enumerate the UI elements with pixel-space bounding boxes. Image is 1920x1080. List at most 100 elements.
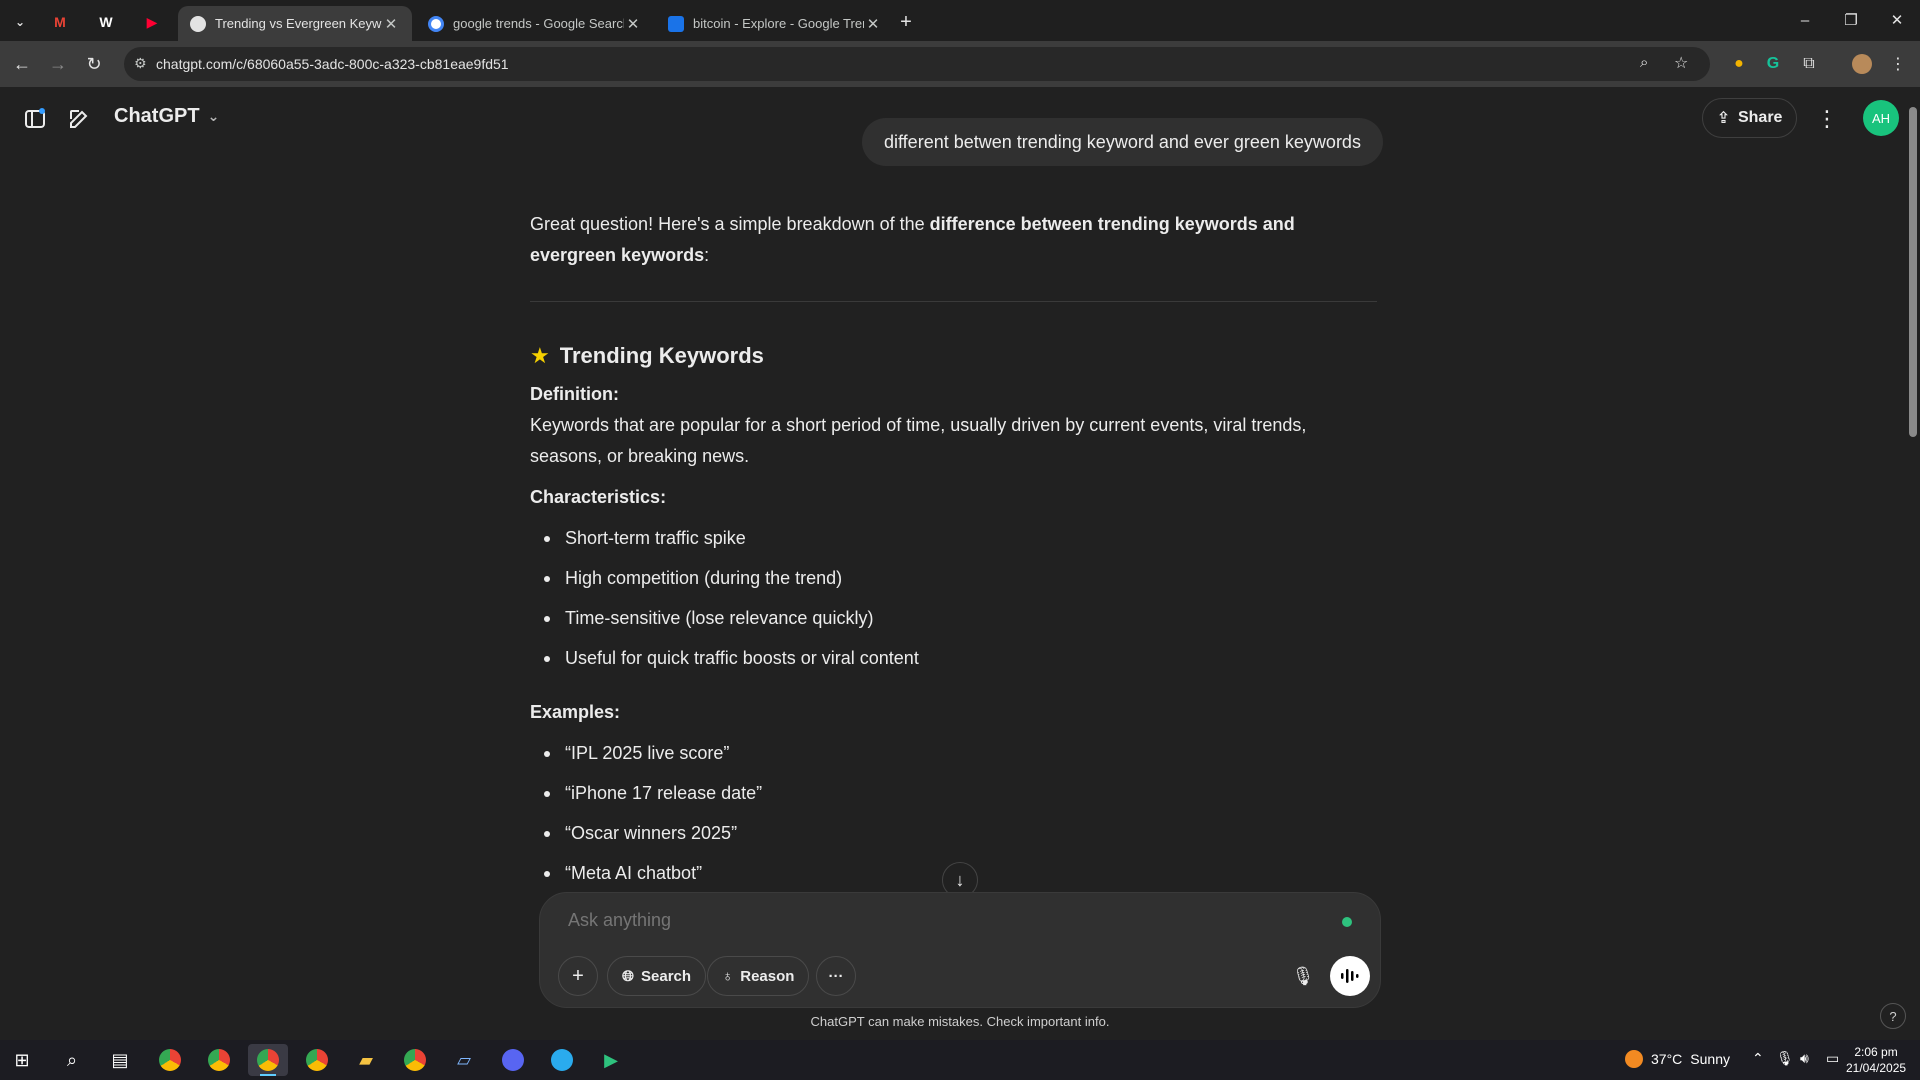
chrome-app-icon[interactable] — [199, 1044, 239, 1076]
list-item: Time-sensitive (lose relevance quickly) — [544, 603, 1377, 643]
taskbar: ⊞ ⌕ ▤ ▰ ▱ ▶ 37°C Sunny ⌃ 🎙︎ 🔊︎ ▭ 2:06 pm… — [0, 1040, 1920, 1080]
pinned-tab-youtube[interactable]: ▶ — [134, 8, 170, 36]
close-tab-icon[interactable]: ✕ — [382, 15, 400, 33]
extensions-puzzle-icon[interactable]: ⧉ — [1795, 50, 1823, 78]
back-button[interactable]: ← — [8, 50, 36, 78]
search-button[interactable]: 🌐︎ Search — [607, 956, 707, 996]
avatar-initials: AH — [1871, 110, 1891, 126]
help-button[interactable]: ? — [1880, 1003, 1906, 1029]
definition-text: Keywords that are popular for a short pe… — [530, 415, 1307, 466]
pinned-tab-w[interactable]: W — [88, 8, 124, 36]
help-icon: ? — [1889, 1008, 1897, 1024]
tab-title: Trending vs Evergreen Keyword — [215, 16, 382, 31]
section-heading: ★ Trending Keywords — [530, 340, 1377, 371]
status-dot-icon — [1342, 917, 1352, 927]
clock[interactable]: 2:06 pm 21/04/2025 — [1846, 1044, 1906, 1076]
restore-button[interactable]: ❐ — [1828, 6, 1874, 34]
tab-google-trends-search[interactable]: google trends - Google Search ✕ — [416, 6, 654, 41]
new-tab-button[interactable]: + — [888, 8, 924, 36]
list-item: Useful for quick traffic boosts or viral… — [544, 643, 1377, 683]
voice-mode-button[interactable] — [1330, 956, 1370, 996]
minimize-icon: – — [1800, 11, 1810, 29]
site-info-icon[interactable]: ⚙ — [134, 55, 147, 72]
model-selector[interactable]: ChatGPT ⌄ — [114, 105, 219, 128]
tab-search-chevron-icon[interactable]: ⌄ — [2, 8, 38, 36]
dictate-button[interactable]: 🎙︎ — [1283, 956, 1323, 996]
definition-label: Definition: — [530, 384, 619, 404]
globe-icon: 🌐︎ — [622, 967, 635, 985]
address-bar[interactable]: ⚙ chatgpt.com/c/68060a55-3adc-800c-a323-… — [124, 47, 1710, 81]
google-trends-favicon-icon — [668, 15, 684, 32]
chrome-app-icon[interactable] — [150, 1044, 190, 1076]
model-name: ChatGPT — [114, 105, 200, 127]
microphone-icon[interactable]: 🎙︎ — [1776, 1050, 1794, 1067]
avatar[interactable]: AH — [1863, 100, 1899, 136]
notepad-icon[interactable]: ▱ — [444, 1044, 484, 1076]
share-icon: ⇪ — [1716, 110, 1730, 127]
terminal-app-icon[interactable]: ▶ — [591, 1044, 631, 1076]
section-title: Trending Keywords — [559, 343, 764, 368]
scrollbar[interactable] — [1906, 87, 1920, 1040]
search-icon[interactable]: ⌕ — [52, 1044, 92, 1076]
browser-tab-bar: ⌄ M W ▶ Trending vs Evergreen Keyword ✕ … — [0, 0, 1920, 41]
scrollbar-thumb[interactable] — [1909, 107, 1917, 437]
chrome-app-icon[interactable] — [395, 1044, 435, 1076]
tab-bitcoin-explore[interactable]: bitcoin - Explore - Google Tren ✕ — [656, 6, 894, 41]
minimize-button[interactable]: – — [1782, 6, 1828, 34]
sidebar-toggle-icon[interactable] — [19, 103, 51, 135]
grammarly-icon[interactable]: G — [1759, 50, 1787, 78]
user-message-text: different betwen trending keyword and ev… — [884, 131, 1361, 152]
close-window-button[interactable]: ✕ — [1874, 6, 1920, 34]
bookmark-star-icon[interactable]: ☆ — [1674, 53, 1688, 73]
plus-icon: + — [900, 10, 912, 33]
task-view-icon[interactable]: ▤ — [100, 1044, 140, 1076]
new-chat-icon[interactable] — [63, 103, 95, 135]
divider — [530, 301, 1377, 302]
forward-button[interactable]: → — [44, 50, 72, 78]
share-button[interactable]: ⇪ Share — [1702, 98, 1797, 138]
chrome-app-icon[interactable] — [248, 1044, 288, 1076]
assistant-message: Great question! Here's a simple breakdow… — [530, 209, 1377, 912]
close-icon: ✕ — [1890, 12, 1904, 29]
extension-icon[interactable]: ● — [1725, 50, 1753, 78]
network-icon[interactable]: ▭ — [1826, 1050, 1839, 1067]
reload-button[interactable]: ↻ — [80, 50, 108, 78]
tab-trending-vs-evergreen[interactable]: Trending vs Evergreen Keyword ✕ — [178, 6, 412, 41]
close-tab-icon[interactable]: ✕ — [624, 15, 642, 33]
telegram-icon[interactable] — [542, 1044, 582, 1076]
pinned-tab-gmail[interactable]: M — [42, 8, 78, 36]
weather-widget[interactable]: 37°C Sunny — [1625, 1050, 1730, 1068]
reason-button[interactable]: ♁ Reason — [707, 956, 810, 996]
profile-avatar-icon[interactable] — [1848, 50, 1876, 78]
chevron-up-icon[interactable]: ⌃ — [1752, 1050, 1764, 1067]
user-message-bubble: different betwen trending keyword and ev… — [862, 118, 1383, 166]
discord-icon[interactable] — [493, 1044, 533, 1076]
search-label: Search — [641, 967, 692, 985]
lightbulb-icon: ♁ — [722, 967, 734, 985]
prompt-input[interactable] — [568, 910, 1268, 931]
disclaimer-text: ChatGPT can make mistakes. Check importa… — [810, 1014, 1110, 1029]
list-item: “iPhone 17 release date” — [544, 778, 1377, 818]
more-tools-button[interactable]: ··· — [816, 956, 856, 996]
list-item: “Oscar winners 2025” — [544, 818, 1377, 858]
gmail-icon: M — [54, 14, 66, 30]
w-logo-icon: W — [99, 14, 113, 30]
restore-icon: ❐ — [1844, 12, 1858, 29]
close-tab-icon[interactable]: ✕ — [864, 15, 882, 33]
intro-text: Great question! Here's a simple breakdow… — [530, 214, 930, 234]
intro-end: : — [704, 245, 710, 265]
url-text[interactable]: chatgpt.com/c/68060a55-3adc-800c-a323-cb… — [156, 56, 509, 72]
clock-time: 2:06 pm — [1854, 1045, 1898, 1059]
browser-toolbar: ← → ↻ ⚙ chatgpt.com/c/68060a55-3adc-800c… — [0, 41, 1920, 87]
zoom-icon[interactable]: ⌕ — [1640, 54, 1648, 71]
tab-title: google trends - Google Search — [453, 16, 624, 31]
file-explorer-icon[interactable]: ▰ — [346, 1044, 386, 1076]
attach-button[interactable]: + — [558, 956, 598, 996]
browser-menu-icon[interactable]: ⋮ — [1884, 50, 1912, 78]
windows-start-icon[interactable]: ⊞ — [2, 1044, 42, 1076]
characteristics-label: Characteristics: — [530, 487, 667, 507]
more-options-icon[interactable]: ⋮ — [1811, 103, 1843, 135]
volume-icon[interactable]: 🔊︎ — [1800, 1050, 1809, 1067]
weather-desc: Sunny — [1690, 1051, 1730, 1067]
chrome-app-icon[interactable] — [297, 1044, 337, 1076]
